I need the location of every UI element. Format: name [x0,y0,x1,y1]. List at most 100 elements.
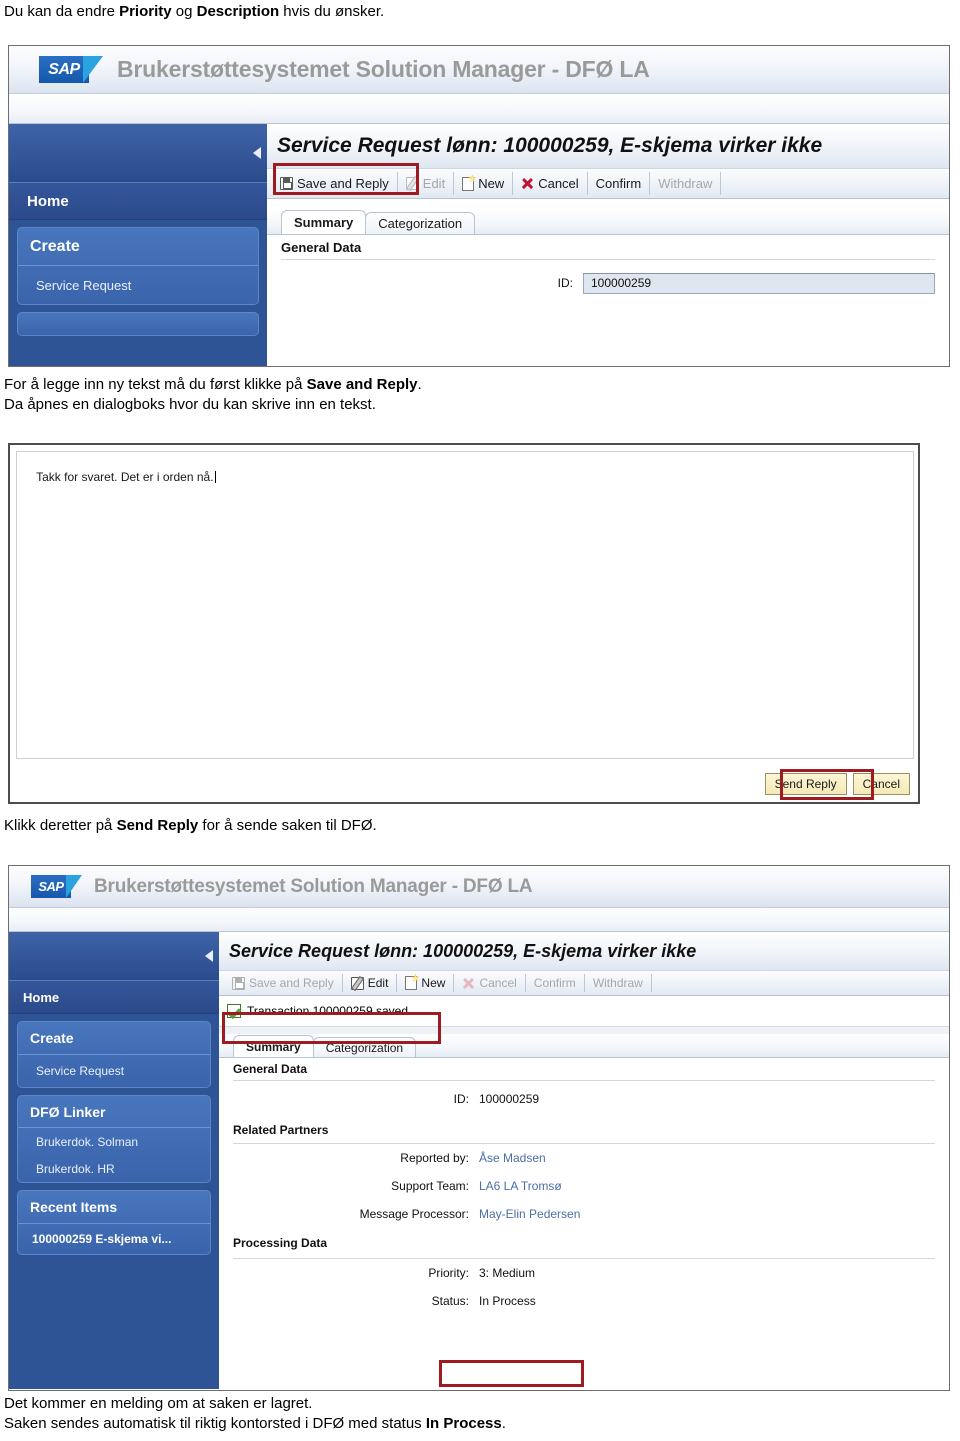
page-title-text: Service Request lønn: 100000259, E-skjem… [229,940,697,961]
withdraw-button[interactable]: Withdraw [651,176,719,191]
sidebar-item-recent-100000259[interactable]: 100000259 E-skjema vi... [18,1224,210,1254]
sidebar-item-service-request[interactable]: Service Request [18,266,258,304]
reply-text-input[interactable]: Takk for svaret. Det er i orden nå. [16,451,914,759]
sidebar-top-bar [9,124,267,182]
confirm-button[interactable]: Confirm [527,976,583,990]
save-and-reply-label: Save and Reply [249,976,334,990]
collapse-arrow-icon[interactable] [205,950,213,962]
intro-text-a: Du kan da endre [4,3,120,20]
instruction-text-a: For å legge inn ny tekst må du først kli… [4,376,307,393]
send-reply-button[interactable]: Send Reply [764,773,847,795]
instruction-line-1: For å legge inn ny tekst må du først kli… [4,375,422,395]
save-icon [280,177,293,190]
instruction-text-c: . [417,376,422,393]
tabstrip: Summary Categorization [219,1034,949,1058]
toolbar-separator [453,974,455,992]
reported-by-label: Reported by: [400,1151,469,1165]
sap-banner: SAP Brukerstøttesystemet Solution Manage… [9,866,949,908]
sap-screenshot-first: SAP Brukerstøttesystemet Solution Manage… [8,45,950,367]
sidebar-group-create-title[interactable]: Create [18,228,258,266]
status-value: In Process [479,1294,536,1308]
cancel-label: Cancel [479,976,517,990]
tabstrip: Summary Categorization [267,209,949,235]
sap-banner: SAP Brukerstøttesystemet Solution Manage… [9,46,949,94]
toolbar-separator [341,974,343,992]
sidebar-item-service-request[interactable]: Service Request [18,1055,210,1087]
cancel-button[interactable]: Cancel [514,176,585,191]
sidebar-group-dfo-links-title[interactable]: DFØ Linker [18,1096,210,1128]
app-title: Brukerstøttesystemet Solution Manager - … [117,56,650,82]
tab-categorization-label: Categorization [325,1040,404,1055]
field-row-message-processor: Message Processor: May-Elin Pedersen [233,1200,935,1228]
instruction-save-and-reply: Save and Reply [306,376,418,393]
edit-label: Edit [367,976,389,990]
sidebar-item-home[interactable]: Home [9,980,219,1014]
withdraw-label: Withdraw [592,976,643,990]
toolbar-separator [396,974,398,992]
new-button[interactable]: New [398,976,452,990]
sidebar-item-brukerdok-hr-label: Brukerdok. HR [36,1161,115,1176]
collapse-arrow-icon[interactable] [253,147,261,159]
reported-by-value[interactable]: Åse Madsen [469,1151,546,1165]
tab-summary-label: Summary [246,1039,301,1054]
sap-logo-text: SAP [38,879,64,894]
field-row-status: Status: In Process [233,1287,935,1315]
success-check-icon [227,1004,241,1018]
priority-value: 3: Medium [479,1266,536,1280]
status-message-text: Transaction 100000259 saved [247,1004,409,1018]
cancel-button[interactable]: Cancel [455,976,523,990]
sidebar-item-service-request-label: Service Request [36,1064,125,1078]
sidebar-group-create-label: Create [30,237,80,255]
edit-button[interactable]: Edit [344,976,396,990]
intro-text-description: Description [196,3,280,20]
priority-label: Priority: [428,1266,469,1280]
confirm-button[interactable]: Confirm [589,176,649,191]
new-document-icon [405,976,418,990]
sidebar-group-create: Create Service Request [17,227,259,305]
save-and-reply-button[interactable]: Save and Reply [273,176,396,191]
section-processing-data: Processing Data [233,1228,935,1258]
toolbar-separator [650,974,652,992]
tab-summary[interactable]: Summary [281,210,367,234]
field-row-reported-by: Reported by: Åse Madsen [233,1144,935,1172]
sidebar-item-brukerdok-solman[interactable]: Brukerdok. Solman [18,1128,210,1155]
new-button[interactable]: New [455,176,511,191]
toolbar-separator [720,172,722,195]
tab-categorization[interactable]: Categorization [365,212,476,234]
text-caret [214,471,216,483]
sidebar-group-create-label: Create [30,1030,74,1046]
tab-categorization[interactable]: Categorization [312,1037,417,1057]
instruction2-text-c: for å sende saken til DFØ. [198,817,377,834]
sidebar-group-recent-items-label: Recent Items [30,1199,118,1215]
app-title: Brukerstøttesystemet Solution Manager - … [94,875,533,897]
withdraw-label: Withdraw [658,176,713,191]
support-team-value[interactable]: LA6 LA Tromsø [469,1179,562,1193]
sidebar-item-brukerdok-hr[interactable]: Brukerdok. HR [18,1155,210,1182]
new-document-icon [462,176,475,191]
section-general-data-label: General Data [233,1062,308,1076]
sidebar-group-recent-items-title[interactable]: Recent Items [18,1191,210,1224]
page-title: Service Request lønn: 100000259, E-skjem… [267,124,949,168]
sidebar-group-create-title[interactable]: Create [18,1022,210,1055]
message-processor-value[interactable]: May-Elin Pedersen [469,1207,580,1221]
action-toolbar: Save and Reply Edit New Cancel Confirm W… [219,970,949,996]
field-row-priority: Priority: 3: Medium [233,1259,935,1287]
withdraw-button[interactable]: Withdraw [586,976,650,990]
id-label: ID: [557,276,573,290]
sidebar-item-recent-label: 100000259 E-skjema vi... [32,1232,172,1246]
save-and-reply-button[interactable]: Save and Reply [225,976,341,990]
sidebar-nav: Home Create Service Request [9,124,267,366]
dialog-cancel-button[interactable]: Cancel [852,773,910,795]
tab-summary[interactable]: Summary [233,1035,314,1057]
cancel-x-icon [462,977,475,990]
instruction-line-2: Da åpnes en dialogboks hvor du kan skriv… [4,396,376,413]
id-label: ID: [453,1092,469,1106]
status-message-bar: Transaction 100000259 saved [219,996,949,1026]
edit-button[interactable]: Edit [399,176,452,191]
sidebar-item-home[interactable]: Home [9,182,267,220]
dialog-button-row: Send Reply Cancel [764,773,910,795]
main-content: Service Request lønn: 100000259, E-skjem… [219,932,949,1389]
tab-categorization-label: Categorization [378,216,463,231]
intro-paragraph: Du kan da endre Priority og Description … [2,2,384,22]
id-input[interactable]: 100000259 [583,272,935,294]
